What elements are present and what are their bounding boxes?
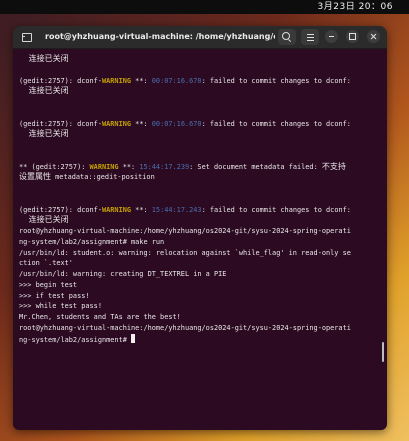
terminal-line: (gedit:2757): dconf-WARNING **: 15:44:17… xyxy=(19,205,387,216)
search-button[interactable] xyxy=(278,29,296,45)
close-icon xyxy=(370,33,377,40)
terminal-text: : failed to commit changes to dconf: xyxy=(201,205,351,214)
menu-button[interactable] xyxy=(301,29,319,45)
title-bar: root@yhzhuang-virtual-machine: /home/yhz… xyxy=(13,26,387,49)
terminal-text: /usr/bin/ld: student.o: warning: relocat… xyxy=(19,248,351,257)
terminal-text: >>> while test pass! xyxy=(19,302,102,311)
terminal-line: 连接已关闭 xyxy=(19,54,387,65)
terminal-text: (gedit:2757): dconf- xyxy=(19,119,102,128)
terminal-text: 不支持 xyxy=(321,161,346,171)
terminal-line: ction `.text' xyxy=(19,258,387,269)
window-title: root@yhzhuang-virtual-machine: /home/yhz… xyxy=(45,32,275,41)
terminal-text: root@yhzhuang-virtual-machine:/home/yhzh… xyxy=(19,323,351,332)
terminal-line: (gedit:2757): dconf-WARNING **: 00:07:16… xyxy=(19,119,387,130)
maximize-button[interactable] xyxy=(346,30,359,43)
terminal-text: 15:44:17.239 xyxy=(139,162,190,171)
minimize-button[interactable] xyxy=(325,30,338,43)
terminal-line: 连接已关闭 xyxy=(19,86,387,97)
terminal-text: 连接已关闭 xyxy=(19,54,69,63)
terminal-text: : failed to commit changes to dconf: xyxy=(201,119,351,128)
close-button[interactable] xyxy=(367,30,380,43)
new-tab-button[interactable] xyxy=(19,29,35,45)
terminal-line: ** (gedit:2757): WARNING **: 15:44:17.23… xyxy=(19,162,387,173)
terminal-line: root@yhzhuang-virtual-machine:/home/yhzh… xyxy=(19,323,387,334)
text-cursor xyxy=(131,333,136,343)
terminal-text: >>> begin test xyxy=(19,280,78,289)
new-tab-icon xyxy=(22,32,32,42)
terminal-line: >>> if test pass! xyxy=(19,291,387,302)
minimize-icon xyxy=(329,36,334,37)
terminal-line: ng-system/lab2/assignment# xyxy=(19,333,387,345)
terminal-text: WARNING xyxy=(101,76,132,85)
terminal-text: 15:44:17.243 xyxy=(151,205,202,214)
terminal-text: ng-system/lab2/assignment# xyxy=(19,335,132,344)
terminal-line: root@yhzhuang-virtual-machine:/home/yhzh… xyxy=(19,226,387,237)
hamburger-menu-icon xyxy=(306,33,314,41)
terminal-text: ng-system/lab2/assignment# make run xyxy=(19,237,165,246)
terminal-text: /usr/bin/ld: warning: creating DT_TEXTRE… xyxy=(19,270,227,278)
terminal-line: >>> begin test xyxy=(19,280,387,291)
terminal-text: 连接已关闭 xyxy=(19,86,69,96)
terminal-text: metadata::gedit-position xyxy=(51,173,155,182)
terminal-text: ** (gedit:2757): xyxy=(19,162,90,171)
terminal-text: (gedit:2757): dconf- xyxy=(19,76,102,85)
terminal-line: /usr/bin/ld: warning: creating DT_TEXTRE… xyxy=(19,269,387,280)
terminal-line: 连接已关闭 xyxy=(19,215,387,226)
terminal-text: Mr.Chen, students and TAs are the best! xyxy=(19,313,181,321)
terminal-window: root@yhzhuang-virtual-machine: /home/yhz… xyxy=(13,26,387,430)
maximize-icon xyxy=(349,33,356,40)
terminal-line: >>> while test pass! xyxy=(19,301,387,312)
terminal-text: : failed to commit changes to dconf: xyxy=(201,76,351,85)
terminal-text: WARNING xyxy=(101,205,132,214)
terminal-text: 00:07:16.670 xyxy=(151,119,202,128)
top-bar: 3月23日 20：06 xyxy=(0,0,409,14)
terminal-line: ng-system/lab2/assignment# make run xyxy=(19,237,387,248)
terminal-text: 连接已关闭 xyxy=(19,129,69,139)
scrollbar[interactable] xyxy=(382,342,384,362)
terminal-text: >>> if test pass! xyxy=(19,291,90,300)
terminal-output[interactable]: 连接已关闭 (gedit:2757): dconf-WARNING **: 00:… xyxy=(13,49,387,430)
terminal-text: **: xyxy=(131,205,152,214)
terminal-text: 00:07:16.670 xyxy=(151,76,202,85)
terminal-line: (gedit:2757): dconf-WARNING **: 00:07:16… xyxy=(19,76,387,87)
terminal-text: 设置属性 xyxy=(19,172,51,182)
terminal-line: Mr.Chen, students and TAs are the best! xyxy=(19,312,387,323)
terminal-text: 连接已关闭 xyxy=(19,215,69,225)
terminal-line: /usr/bin/ld: student.o: warning: relocat… xyxy=(19,248,387,259)
terminal-text: **: xyxy=(131,119,152,128)
terminal-text: WARNING xyxy=(101,119,132,128)
terminal-text: **: xyxy=(131,76,152,85)
terminal-text: : Set document metadata failed: xyxy=(189,162,322,171)
terminal-text: ction `.text' xyxy=(19,259,73,268)
terminal-line: 设置属性 metadata::gedit-position xyxy=(19,172,387,183)
terminal-text: WARNING xyxy=(89,162,119,171)
terminal-text: **: xyxy=(118,162,140,171)
terminal-line: 连接已关闭 xyxy=(19,129,387,140)
terminal-text: (gedit:2757): dconf- xyxy=(19,205,102,214)
clock[interactable]: 3月23日 20：06 xyxy=(318,0,393,14)
search-icon xyxy=(282,32,290,40)
terminal-text: root@yhzhuang-virtual-machine:/home/yhzh… xyxy=(19,227,351,235)
